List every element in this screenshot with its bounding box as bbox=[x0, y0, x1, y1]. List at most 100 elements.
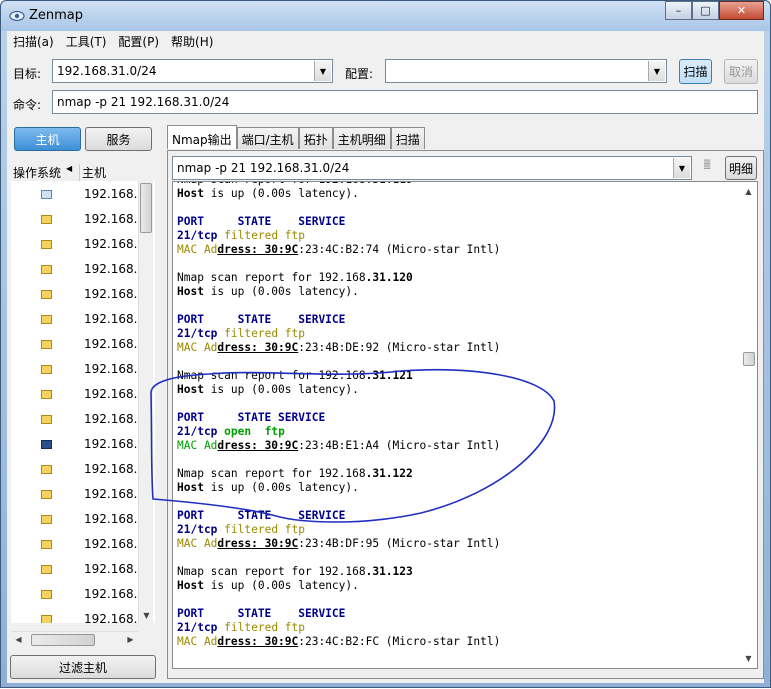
host-row[interactable]: 192.168.3 bbox=[11, 408, 145, 433]
mac-line: MAC Address: 30:9C:23:4C:B2:FC (Micro-st… bbox=[177, 635, 501, 648]
host-list-hscrollbar[interactable]: ◀ ▶ bbox=[11, 631, 138, 647]
menu-tools[interactable]: 工具(T) bbox=[60, 31, 113, 51]
host-row[interactable]: 192.168.3 bbox=[11, 583, 145, 608]
host-row[interactable]: 192.168.3 bbox=[11, 483, 145, 508]
host-unknown-os-icon bbox=[41, 240, 52, 249]
output-selector-value: nmap -p 21 192.168.31.0/24 bbox=[177, 161, 350, 175]
output-scroll-down-icon[interactable]: ▼ bbox=[741, 651, 756, 666]
output-scroll-up-icon[interactable]: ▲ bbox=[741, 184, 756, 199]
host-ip: 192.168.3 bbox=[84, 412, 146, 426]
host-ip: 192.168.3 bbox=[84, 437, 146, 451]
scroll-right-arrow-icon[interactable]: ▶ bbox=[123, 632, 138, 647]
menu-help[interactable]: 帮助(H) bbox=[165, 31, 219, 51]
host-list-vscrollbar[interactable]: ▼ bbox=[138, 181, 153, 623]
target-combo[interactable]: 192.168.31.0/24 ▼ bbox=[52, 59, 333, 83]
host-ip: 192.168.3 bbox=[84, 587, 146, 601]
host-row[interactable]: 192.168.3 bbox=[11, 233, 145, 258]
tab-nmap-output[interactable]: Nmap输出 bbox=[167, 125, 237, 149]
port-line: 21/tcp open ftp bbox=[177, 425, 285, 438]
target-dropdown-icon[interactable]: ▼ bbox=[314, 61, 331, 81]
output-line: Host is up (0.00s latency). bbox=[177, 383, 359, 396]
output-line: Host is up (0.00s latency). bbox=[177, 285, 359, 298]
cancel-button[interactable]: 取消 bbox=[724, 59, 758, 84]
host-windows-icon bbox=[41, 440, 52, 449]
port-line: 21/tcp filtered ftp bbox=[177, 523, 305, 536]
profile-dropdown-icon[interactable]: ▼ bbox=[648, 61, 665, 81]
host-row[interactable]: 192.168.3 bbox=[11, 558, 145, 583]
maximize-button[interactable]: □ bbox=[692, 1, 719, 20]
host-ip: 192.168.3 bbox=[84, 187, 146, 201]
host-row[interactable]: 192.168.3 bbox=[11, 333, 145, 358]
host-list-hscroll-thumb[interactable] bbox=[31, 634, 95, 646]
host-row[interactable]: 192.168.3 bbox=[11, 458, 145, 483]
host-row[interactable]: 192.168.3 bbox=[11, 308, 145, 333]
host-ip: 192.168.3 bbox=[84, 387, 146, 401]
title-bar: Zenmap – □ ✕ bbox=[1, 1, 770, 31]
host-unknown-os-icon bbox=[41, 290, 52, 299]
host-unknown-os-icon bbox=[41, 565, 52, 574]
host-unknown-os-icon bbox=[41, 265, 52, 274]
host-row[interactable]: 192.168.3 bbox=[11, 258, 145, 283]
command-label: 命令: bbox=[13, 98, 42, 112]
nmap-output-text[interactable]: Nmap scan report for 192.168.31.119Host … bbox=[172, 181, 758, 669]
host-row[interactable]: 192.168.3 bbox=[11, 508, 145, 533]
host-unknown-os-icon bbox=[41, 390, 52, 399]
tab-host-details[interactable]: 主机明细 bbox=[332, 127, 391, 149]
output-vscrollbar[interactable]: ▲ ▼ bbox=[741, 182, 757, 668]
menu-scan[interactable]: 扫描(a) bbox=[7, 31, 60, 51]
menu-profile[interactable]: 配置(P) bbox=[112, 31, 165, 51]
host-row[interactable]: 192.168.3 bbox=[11, 283, 145, 308]
output-scroll-thumb[interactable] bbox=[743, 352, 755, 366]
zenmap-app-icon bbox=[9, 10, 25, 22]
port-table-header: PORT STATE SERVICE bbox=[177, 509, 346, 522]
port-line: 21/tcp filtered ftp bbox=[177, 327, 305, 340]
mac-line: MAC Address: 30:9C:23:4B:E1:A4 (Micro-st… bbox=[177, 439, 501, 452]
host-ip: 192.168.3 bbox=[84, 612, 146, 623]
scan-button[interactable]: 扫描 bbox=[679, 59, 712, 84]
host-row[interactable]: 192.168.3 bbox=[11, 608, 145, 623]
host-row[interactable]: 192.168.3 bbox=[11, 358, 145, 383]
minimize-button[interactable]: – bbox=[665, 1, 692, 20]
host-column-header[interactable]: 主机 bbox=[79, 164, 141, 181]
host-row[interactable]: 192.168.3 bbox=[11, 383, 145, 408]
mac-line: MAC Address: 30:9C:23:4B:DF:95 (Micro-st… bbox=[177, 537, 501, 550]
details-button[interactable]: 明细 bbox=[725, 156, 757, 180]
tab-ports-hosts[interactable]: 端口/主机 bbox=[236, 127, 299, 149]
host-ip: 192.168.3 bbox=[84, 212, 146, 226]
scroll-left-arrow-icon[interactable]: ◀ bbox=[11, 632, 26, 647]
command-input[interactable]: nmap -p 21 192.168.31.0/24 bbox=[52, 90, 758, 114]
host-unknown-os-icon bbox=[41, 365, 52, 374]
port-line: 21/tcp filtered ftp bbox=[177, 229, 305, 242]
host-row[interactable]: 192.168.3 bbox=[11, 183, 145, 208]
client-area: 扫描(a) 工具(T) 配置(P) 帮助(H) 目标: 192.168.31.0… bbox=[7, 31, 764, 683]
host-ip: 192.168.3 bbox=[84, 337, 146, 351]
host-row[interactable]: 192.168.3 bbox=[11, 433, 145, 458]
tab-topology[interactable]: 拓扑 bbox=[298, 127, 333, 149]
output-scan-selector[interactable]: nmap -p 21 192.168.31.0/24 ▼ bbox=[172, 156, 692, 180]
services-tab-button[interactable]: 服务 bbox=[85, 127, 152, 151]
host-unknown-os-icon bbox=[41, 590, 52, 599]
hosts-tab-button[interactable]: 主机 bbox=[14, 127, 81, 151]
host-row[interactable]: 192.168.3 bbox=[11, 208, 145, 233]
profile-combo[interactable]: ▼ bbox=[385, 59, 667, 83]
tab-scans[interactable]: 扫描 bbox=[390, 127, 425, 149]
host-unknown-os-icon bbox=[41, 340, 52, 349]
filter-hosts-button[interactable]: 过滤主机 bbox=[10, 655, 156, 679]
host-list-scroll-thumb[interactable] bbox=[140, 183, 152, 233]
port-table-header: PORT STATE SERVICE bbox=[177, 411, 326, 424]
host-row[interactable]: 192.168.3 bbox=[11, 533, 145, 558]
host-list: 192.168.3 192.168.3 192.168.3 192.168.3 192.… bbox=[11, 181, 155, 623]
zenmap-window: Zenmap – □ ✕ 扫描(a) 工具(T) 配置(P) 帮助(H) 目标:… bbox=[0, 0, 771, 688]
scroll-down-arrow-icon[interactable]: ▼ bbox=[139, 608, 154, 623]
close-button[interactable]: ✕ bbox=[719, 1, 764, 20]
host-unknown-os-icon bbox=[41, 615, 52, 623]
os-column-header[interactable]: 操作系统 bbox=[13, 164, 61, 181]
output-lines: Nmap scan report for 192.168.31.119Host … bbox=[177, 182, 737, 649]
output-selector-dropdown-icon[interactable]: ▼ bbox=[673, 158, 690, 178]
